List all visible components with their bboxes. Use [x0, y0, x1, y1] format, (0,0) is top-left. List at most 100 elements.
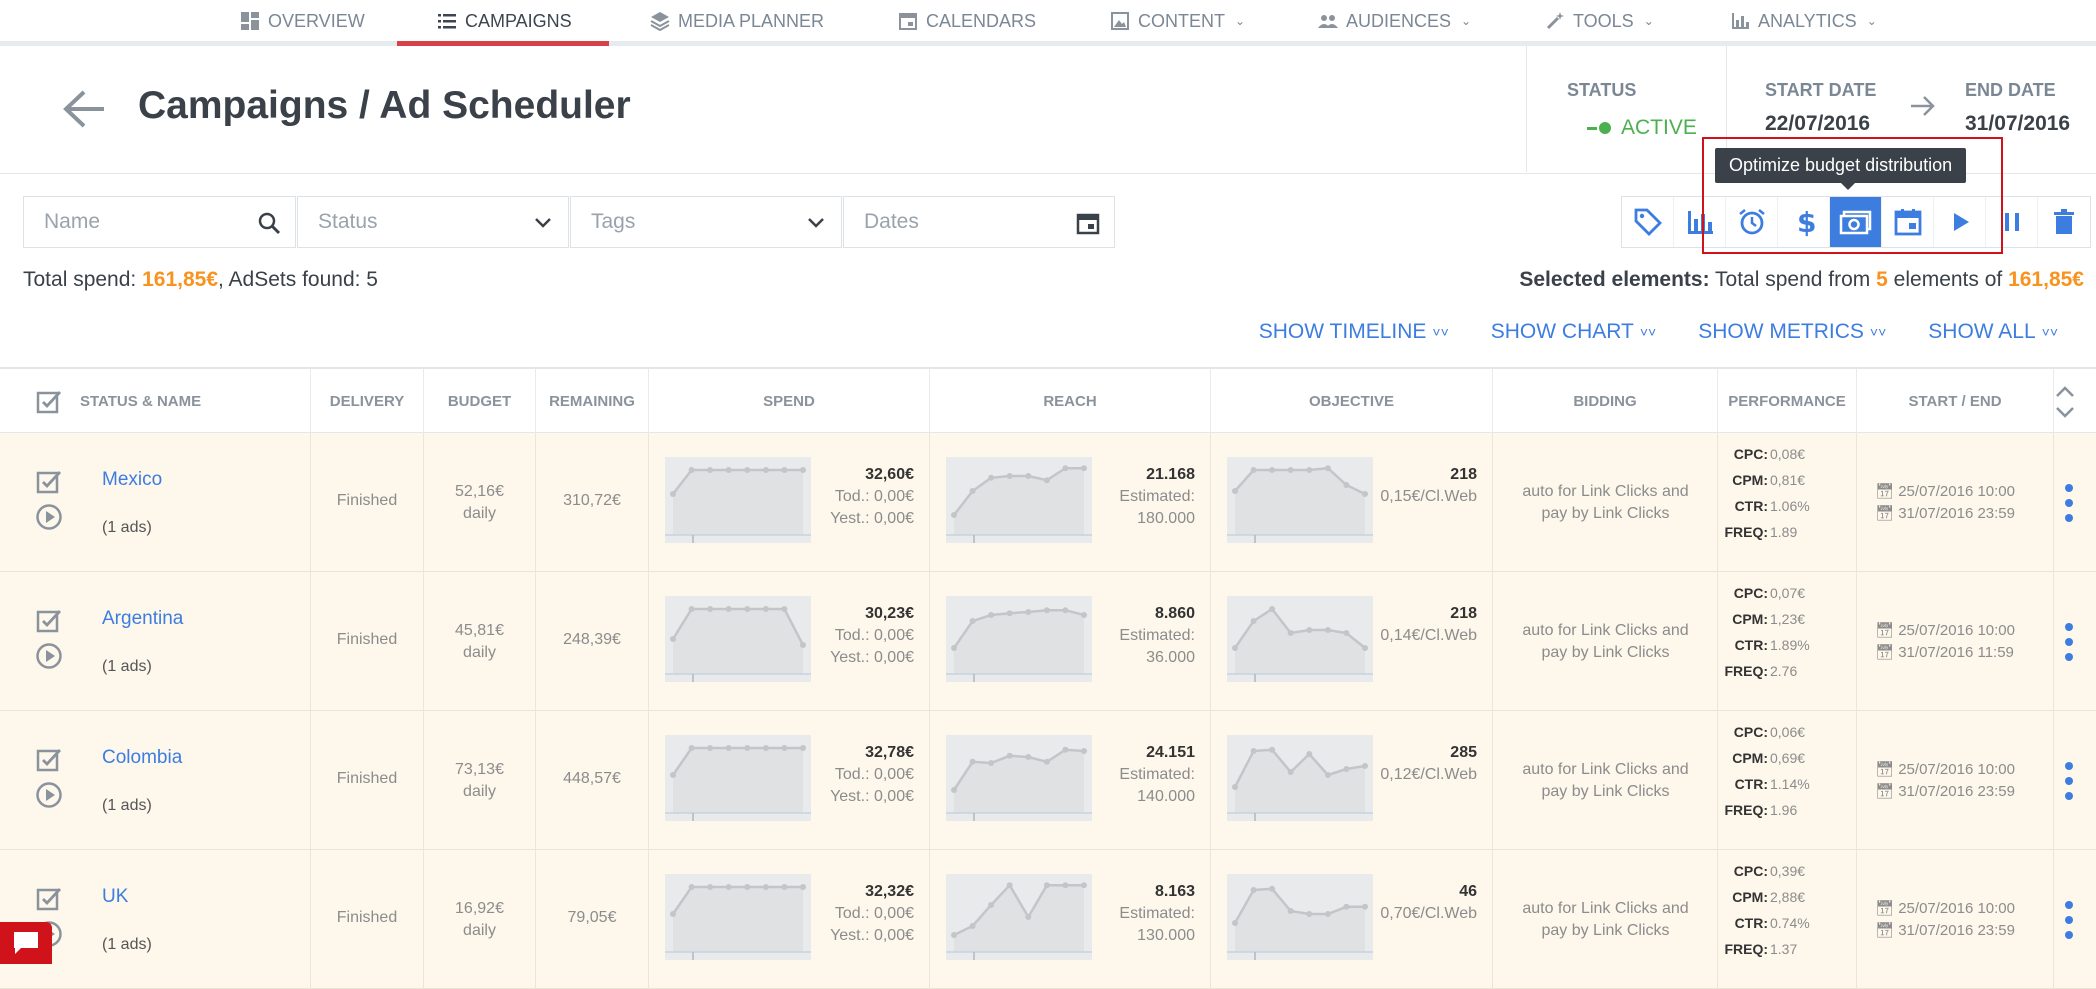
row-menu-icon[interactable] [2064, 900, 2074, 940]
freq-value: 2.76 [1770, 663, 1798, 679]
back-arrow-icon[interactable] [62, 88, 106, 130]
reach-estimated-label: Estimated: [1119, 905, 1195, 922]
row-checkbox-icon[interactable] [36, 608, 62, 634]
nav-tools[interactable]: TOOLS ⌄ [1545, 0, 1654, 42]
objective-sparkline [1227, 735, 1373, 826]
play-circle-icon[interactable] [35, 642, 63, 670]
column-bidding[interactable]: BIDDING [1493, 369, 1718, 433]
page-title: Campaigns / Ad Scheduler [138, 84, 631, 127]
column-status-name[interactable]: STATUS & NAME [72, 369, 311, 433]
status-filter-select[interactable]: Status [297, 196, 569, 248]
column-reach[interactable]: REACH [930, 369, 1211, 433]
reach-values: 8.163 Estimated: 130.000 [1119, 881, 1195, 947]
spend-value: 32,32€ [865, 883, 914, 900]
show-timeline-link[interactable]: SHOW TIMELINE ˅˅ [1259, 320, 1449, 344]
reach-cell: 8.163 Estimated: 130.000 [930, 850, 1211, 989]
row-menu-icon[interactable] [2064, 622, 2074, 662]
column-delivery[interactable]: DELIVERY [311, 369, 424, 433]
row-checkbox-icon[interactable] [36, 747, 62, 773]
nav-tools-label: TOOLS [1573, 10, 1634, 31]
show-all-link[interactable]: SHOW ALL ˅˅ [1928, 320, 2058, 344]
column-remaining[interactable]: REMAINING [536, 369, 649, 433]
spend-values: 32,78€ Tod.: 0,00€ Yest.: 0,00€ [830, 742, 914, 808]
column-objective[interactable]: OBJECTIVE [1211, 369, 1493, 433]
objective-sparkline [1227, 874, 1373, 965]
tag-icon [1634, 208, 1662, 236]
list-icon [438, 14, 456, 29]
column-performance[interactable]: PERFORMANCE [1718, 369, 1857, 433]
cpc-value: 0,06€ [1770, 724, 1806, 740]
campaign-name-link[interactable]: Mexico [102, 469, 162, 491]
nav-analytics[interactable]: ANALYTICS ⌄ [1730, 0, 1877, 42]
budget-cell: 16,92€ daily [424, 850, 536, 989]
nav-content[interactable]: CONTENT ⌄ [1110, 0, 1245, 42]
select-all-checkbox-icon[interactable] [36, 389, 62, 415]
spend-value: 30,23€ [865, 605, 914, 622]
double-chevron-down-icon: ˅˅ [2041, 324, 2058, 340]
show-chart-label: SHOW CHART [1490, 320, 1634, 343]
nav-overview[interactable]: OVERVIEW [240, 0, 365, 42]
nav-media-planner[interactable]: MEDIA PLANNER [650, 0, 824, 42]
nav-campaigns[interactable]: CAMPAIGNS [437, 0, 572, 42]
row-checkbox-icon[interactable] [36, 886, 62, 912]
campaign-name-link[interactable]: Argentina [102, 608, 183, 630]
spend-today: Tod.: 0,00€ [834, 627, 914, 644]
budget-value: 73,13€ [455, 761, 504, 778]
budget-cell: 45,81€ daily [424, 572, 536, 711]
tags-filter-select[interactable]: Tags [570, 196, 842, 248]
end-datetime: 31/07/2016 11:59 [1898, 644, 2014, 661]
column-start-end[interactable]: START / END [1857, 369, 2054, 433]
expand-columns-icon[interactable] [2052, 383, 2078, 421]
status-name-cell: Mexico (1 ads) [0, 433, 311, 572]
double-chevron-down-icon: ˅˅ [1639, 324, 1657, 340]
table-row[interactable]: Colombia (1 ads) Finished 73,13€ daily 4… [0, 711, 2096, 850]
objective-values: 218 0,15€/Cl.Web [1380, 464, 1477, 508]
dates-filter-input[interactable]: Dates [843, 196, 1115, 248]
nav-calendars[interactable]: CALENDARS [898, 0, 1036, 42]
delivery-cell: Finished [311, 572, 424, 711]
row-menu-icon[interactable] [2064, 761, 2074, 801]
objective-values: 218 0,14€/Cl.Web [1380, 603, 1477, 647]
column-budget[interactable]: BUDGET [424, 369, 536, 433]
campaign-name-link[interactable]: Colombia [102, 747, 182, 769]
start-date-label: START DATE [1765, 80, 1877, 100]
name-filter-input[interactable]: Name [23, 196, 296, 248]
table-row[interactable]: UK (1 ads) Finished 16,92€ daily 79,05€ … [0, 850, 2096, 989]
campaign-name-link[interactable]: UK [102, 886, 128, 908]
reach-estimated-value: 36.000 [1146, 649, 1195, 666]
status-indicator: ACTIVE [1585, 116, 1697, 140]
sparkline-chart [946, 874, 1092, 960]
delete-button[interactable] [2038, 197, 2090, 247]
status-label: STATUS [1567, 80, 1637, 100]
status-toggle-icon [1587, 122, 1611, 134]
search-icon [258, 212, 281, 235]
reach-value: 21.168 [1146, 466, 1195, 483]
row-menu-icon[interactable] [2064, 483, 2074, 523]
play-circle-icon[interactable] [35, 503, 63, 531]
row-checkbox-icon[interactable] [36, 469, 62, 495]
nav-audiences[interactable]: AUDIENCES ⌄ [1318, 0, 1471, 42]
cpm-value: 0,81€ [1770, 472, 1806, 488]
spend-value: 32,78€ [865, 744, 914, 761]
play-circle-icon[interactable] [35, 781, 63, 809]
column-spend[interactable]: SPEND [649, 369, 930, 433]
tag-button[interactable] [1622, 197, 1674, 247]
spend-yesterday: Yest.: 0,00€ [830, 788, 914, 805]
budget-value: 45,81€ [455, 622, 504, 639]
budget-value: 52,16€ [455, 483, 504, 500]
spend-cell: 32,60€ Tod.: 0,00€ Yest.: 0,00€ [649, 433, 930, 572]
performance-metrics: CPC: 0,07€ CPM: 1,23€ CTR: 1.89% FREQ: 2.76 [1724, 585, 1810, 679]
freq-value: 1.96 [1770, 802, 1798, 818]
objective-value: 218 [1450, 605, 1477, 622]
bidding-cell: auto for Link Clicks and pay by Link Cli… [1493, 850, 1718, 989]
nav-calendars-label: CALENDARS [926, 10, 1037, 31]
total-spend-label: Total spend: [23, 268, 137, 291]
show-chart-link[interactable]: SHOW CHART ˅˅ [1491, 320, 1656, 344]
show-metrics-link[interactable]: SHOW METRICS ˅˅ [1698, 320, 1886, 344]
chat-button[interactable] [0, 922, 52, 964]
table-row[interactable]: Argentina (1 ads) Finished 45,81€ daily … [0, 572, 2096, 711]
table-row[interactable]: Mexico (1 ads) Finished 52,16€ daily 310… [0, 433, 2096, 572]
objective-cost: 0,15€/Cl.Web [1380, 488, 1477, 505]
calendar-icon: 📅︎ [1875, 622, 1895, 639]
chevron-down-icon: ⌄ [1866, 14, 1877, 28]
